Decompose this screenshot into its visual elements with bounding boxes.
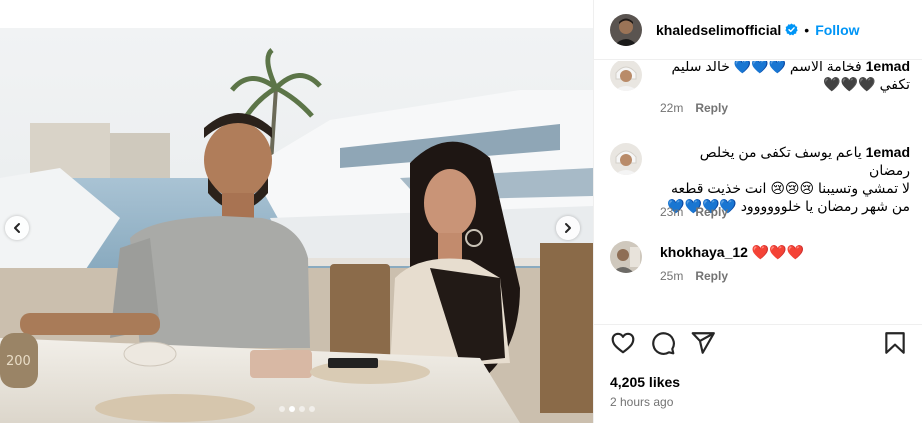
post-timestamp[interactable]: 2 hours ago [610, 395, 673, 409]
bookmark-icon[interactable] [882, 330, 908, 356]
verified-badge-icon [785, 23, 798, 36]
author-avatar[interactable] [610, 13, 642, 46]
comment-username[interactable]: khokhaya_12 [660, 244, 748, 260]
comment-text: 1emad فخامة الاسم 💙💙💙 خالد سليم تكفي 🖤🖤🖤 [660, 61, 910, 93]
comment-age: 25m [660, 269, 684, 283]
post-photo: 200 [0, 28, 593, 423]
chevron-left-icon [14, 223, 20, 233]
svg-text:200: 200 [6, 354, 31, 369]
carousel-dot [298, 406, 305, 412]
commenter-avatar-image [610, 241, 642, 273]
commenter-avatar[interactable] [610, 61, 642, 91]
post-side-panel: khaledselimofficial • Follow 1emad فخامة… [593, 0, 922, 423]
reply-button[interactable]: Reply [695, 205, 728, 219]
follow-button[interactable]: Follow [815, 22, 859, 38]
chevron-right-icon [565, 223, 571, 233]
author-avatar-image [610, 13, 642, 46]
like-count[interactable]: 4,205 likes [610, 374, 680, 390]
post-header: khaledselimofficial • Follow [594, 0, 922, 60]
carousel-dot [278, 406, 285, 412]
header-separator: • [804, 21, 810, 38]
post-media[interactable]: 200 [0, 0, 593, 423]
comment-text: khokhaya_12 ❤️❤️❤️ [660, 243, 910, 261]
comment-age: 22m [660, 101, 684, 115]
comment-age: 23m [660, 205, 684, 219]
comment-icon[interactable] [650, 330, 676, 356]
commenter-avatar-image [610, 61, 642, 91]
author-username[interactable]: khaledselimofficial [656, 22, 781, 38]
comment-username[interactable]: 1emad [866, 144, 910, 160]
comment-username[interactable]: 1emad [866, 61, 910, 74]
share-icon[interactable] [690, 330, 716, 356]
comment-body-line: فخامة الاسم 💙💙💙 خالد سليم [671, 61, 862, 74]
heart-icon[interactable] [610, 330, 636, 356]
reply-button[interactable]: Reply [695, 269, 728, 283]
commenter-avatar[interactable] [610, 143, 642, 175]
carousel-next-button[interactable] [556, 216, 580, 240]
post-actions [594, 330, 922, 360]
comment-body-line: تكفي 🖤🖤🖤 [823, 76, 910, 92]
comment-meta: 22m Reply [660, 101, 728, 115]
comment-body: ❤️❤️❤️ [751, 244, 805, 260]
carousel-prev-button[interactable] [5, 216, 29, 240]
actions-divider [594, 324, 922, 325]
commenter-avatar[interactable] [610, 241, 642, 273]
comments-list[interactable]: 1emad فخامة الاسم 💙💙💙 خالد سليم تكفي 🖤🖤🖤… [594, 61, 922, 324]
carousel-indicator [0, 406, 593, 412]
comment-body-line: لا تمشي وتسيبنا 😢😢😢 انت خذيت قطعه [671, 180, 910, 196]
comment-meta: 23m Reply [660, 205, 728, 219]
carousel-dot [308, 406, 315, 412]
commenter-avatar-image [610, 143, 642, 175]
comment-meta: 25m Reply [660, 269, 728, 283]
reply-button[interactable]: Reply [695, 101, 728, 115]
carousel-dot-active [288, 406, 295, 412]
